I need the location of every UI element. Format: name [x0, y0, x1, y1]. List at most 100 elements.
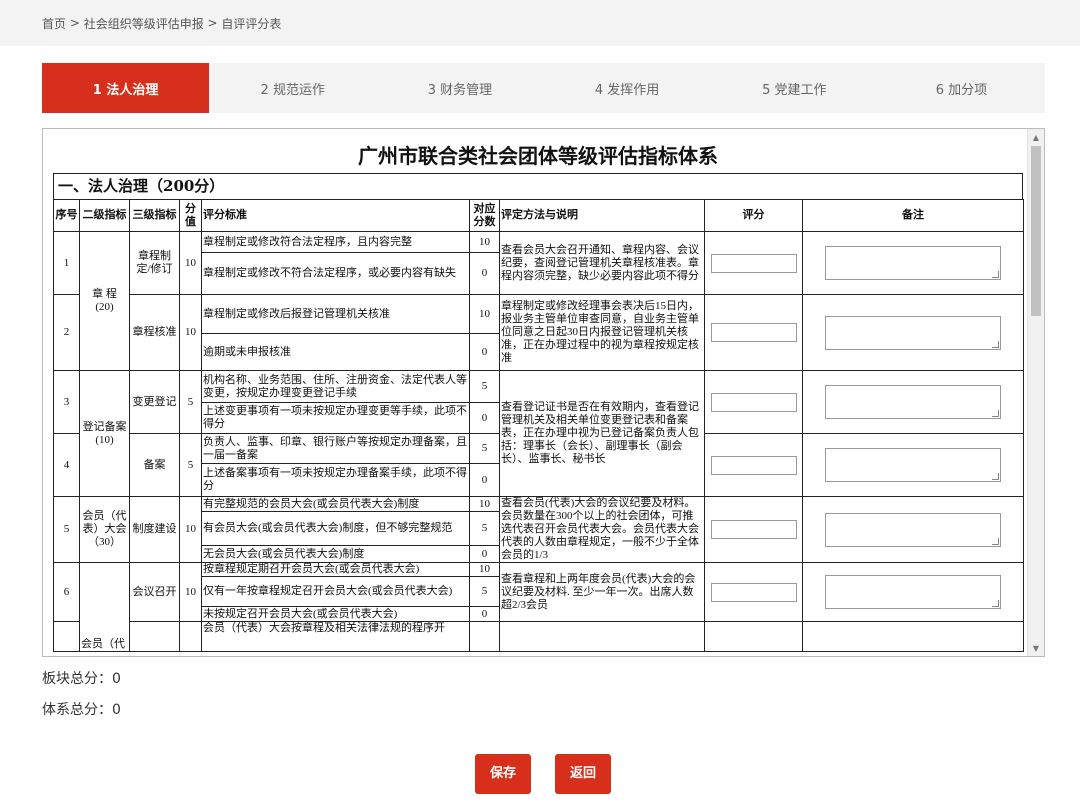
criteria-cell: 机构名称、业务范围、住所、注册资金、法定代表人等变更，按规定办理变更登记手续 — [201, 370, 470, 403]
table-row: 6 会员（代 会议召开 10 按章程规定期召开会员大会(或会员代表大会) 10 … — [53, 562, 1024, 652]
rating-cell — [704, 433, 803, 497]
breadcrumb-home-link[interactable]: 首页 — [42, 15, 66, 32]
remark-textarea[interactable] — [825, 315, 1001, 350]
points-cell — [469, 621, 500, 652]
score-input[interactable] — [710, 392, 797, 412]
criteria-cell: 按章程规定期召开会员大会(或会员代表大会) — [201, 562, 470, 577]
tab-finance[interactable]: 3 财务管理 — [376, 63, 543, 113]
save-button[interactable]: 保存 — [475, 754, 531, 794]
points-cell: 5 — [469, 370, 500, 403]
points-cell: 10 — [469, 231, 500, 253]
remark-textarea[interactable] — [825, 246, 1001, 280]
back-button[interactable]: 返回 — [555, 754, 611, 794]
breadcrumb-separator: > — [203, 16, 222, 30]
score-input[interactable] — [710, 455, 797, 475]
vertical-scrollbar[interactable]: ▲ ▼ — [1027, 129, 1044, 656]
level2-label: 章 程 — [92, 288, 117, 300]
method-cell: 查看会员(代表)大会的会议纪要及材料。会员数量在300个以上的社会团体，可推选代… — [499, 496, 705, 563]
level3-label — [129, 621, 180, 652]
level2-registration: 登记备案 (10) — [79, 370, 130, 497]
score-input[interactable] — [710, 520, 797, 539]
row-score: 10 — [179, 294, 202, 371]
section-heading: 一、法人治理（200分） — [53, 173, 1023, 199]
score-input[interactable] — [710, 253, 797, 273]
row-no: 6 — [53, 562, 80, 622]
remark-textarea[interactable] — [825, 512, 1001, 547]
criteria-cell: 章程制定或修改符合法定程序，且内容完整 — [201, 231, 470, 253]
breadcrumb-level2-link[interactable]: 社会组织等级评估申报 — [84, 15, 204, 32]
points-cell: 10 — [469, 562, 500, 577]
header-score: 分值 — [179, 199, 202, 232]
points-cell: 5 — [469, 511, 500, 546]
remark-cell — [802, 433, 1024, 497]
criteria-cell: 有完整规范的会员大会(或会员代表大会)制度 — [201, 496, 470, 512]
header-method: 评定方法与说明 — [499, 199, 705, 232]
remark-cell — [802, 621, 1024, 652]
criteria-cell: 会员（代表）大会按章程及相关法律法规的程序开 — [201, 621, 470, 652]
rating-cell — [704, 294, 803, 371]
rating-cell — [704, 496, 803, 563]
criteria-cell: 无会员大会(或会员代表大会)制度 — [201, 545, 470, 563]
points-cell: 5 — [469, 433, 500, 464]
rating-cell — [704, 231, 803, 295]
scroll-down-icon[interactable]: ▼ — [1028, 640, 1044, 656]
tab-function[interactable]: 4 发挥作用 — [544, 63, 711, 113]
points-cell: 0 — [469, 252, 500, 295]
tab-operation[interactable]: 2 规范运作 — [209, 63, 376, 113]
table-row: 1 章 程 (20) 章程制定/修订 10 章程制定或修改符合法定程序，且内容完… — [53, 231, 1024, 371]
score-table: 序号 二级指标 三级指标 分值 评分标准 对应分数 评定方法与说明 评分 备注 … — [53, 199, 1024, 652]
row-no: 3 — [53, 370, 80, 434]
level3-label: 制度建设 — [129, 496, 180, 563]
tab-bonus[interactable]: 6 加分项 — [878, 63, 1045, 113]
criteria-cell: 仅有一年按章程规定召开会员大会(或会员代表大会) — [201, 576, 470, 607]
table-header-row: 序号 二级指标 三级指标 分值 评分标准 对应分数 评定方法与说明 评分 备注 — [53, 199, 1024, 232]
system-total: 体系总分：0 — [42, 699, 121, 719]
level2-general-assembly-2: 会员（代 — [79, 562, 130, 652]
score-sheet: 广州市联合类社会团体等级评估指标体系 一、法人治理（200分） 序号 二级指标 … — [53, 139, 1024, 652]
criteria-cell: 章程制定或修改不符合法定程序，或必要内容有缺失 — [201, 252, 470, 295]
criteria-cell: 上述变更事项有一项未按规定办理变更等手续，此项不得分 — [201, 402, 470, 434]
points-cell: 0 — [469, 606, 500, 622]
header-no: 序号 — [53, 199, 80, 232]
breadcrumb-separator: > — [66, 16, 84, 30]
rating-cell — [704, 621, 803, 652]
tab-governance[interactable]: 1 法人治理 — [42, 63, 210, 113]
tab-party[interactable]: 5 党建工作 — [711, 63, 878, 113]
rating-cell — [704, 370, 803, 434]
row-no: 4 — [53, 433, 80, 497]
level2-charter: 章 程 (20) — [79, 231, 130, 371]
row-score: 10 — [179, 496, 202, 563]
remark-textarea[interactable] — [825, 448, 1001, 482]
remark-textarea[interactable] — [825, 575, 1001, 609]
points-cell: 0 — [469, 333, 500, 371]
score-sheet-frame[interactable]: 广州市联合类社会团体等级评估指标体系 一、法人治理（200分） 序号 二级指标 … — [42, 128, 1045, 657]
scrollbar-thumb[interactable] — [1031, 146, 1041, 316]
method-cell: 查看会员大会召开通知、章程内容、会议纪要，查阅登记管理机关章程核准表。章程内容须… — [499, 231, 705, 295]
method-cell: 章程制定或修改经理事会表决后15日内，报业务主管单位审查同意，自业务主管单位同意… — [499, 294, 705, 371]
breadcrumb: 首页 > 社会组织等级评估申报 > 自评评分表 — [0, 0, 1080, 46]
points-cell: 5 — [469, 576, 500, 607]
breadcrumb-current: 自评评分表 — [221, 16, 282, 31]
block-total: 板块总分：0 — [42, 668, 121, 688]
remark-textarea[interactable] — [825, 385, 1001, 419]
block-total-label: 板块总分： — [42, 671, 112, 687]
table-row: 会员（代表）大会按章程及相关法律法规的程序开 — [53, 621, 1024, 652]
row-no — [53, 621, 80, 652]
row-no: 2 — [53, 294, 80, 371]
header-remark: 备注 — [802, 199, 1024, 232]
points-cell: 0 — [469, 463, 500, 497]
table-row: 3 登记备案 (10) 变更登记 5 机构名称、业务范围、住所、注册资金、法定代… — [53, 370, 1024, 497]
scroll-up-icon[interactable]: ▲ — [1028, 129, 1044, 145]
score-input[interactable] — [710, 582, 797, 602]
score-input[interactable] — [710, 323, 797, 342]
level2-points: (10) — [95, 433, 114, 446]
header-rating: 评分 — [704, 199, 803, 232]
method-cell: 查看登记证书是否在有效期内，查看登记管理机关及相关单位变更登记表和备案表，正在办… — [499, 370, 705, 497]
level2-points: (20) — [95, 301, 114, 313]
points-cell: 10 — [469, 496, 500, 512]
remark-cell — [802, 231, 1024, 295]
block-total-value: 0 — [112, 671, 121, 687]
points-cell: 10 — [469, 294, 500, 334]
level2-label: 登记备案 — [82, 420, 127, 433]
remark-cell — [802, 294, 1024, 371]
